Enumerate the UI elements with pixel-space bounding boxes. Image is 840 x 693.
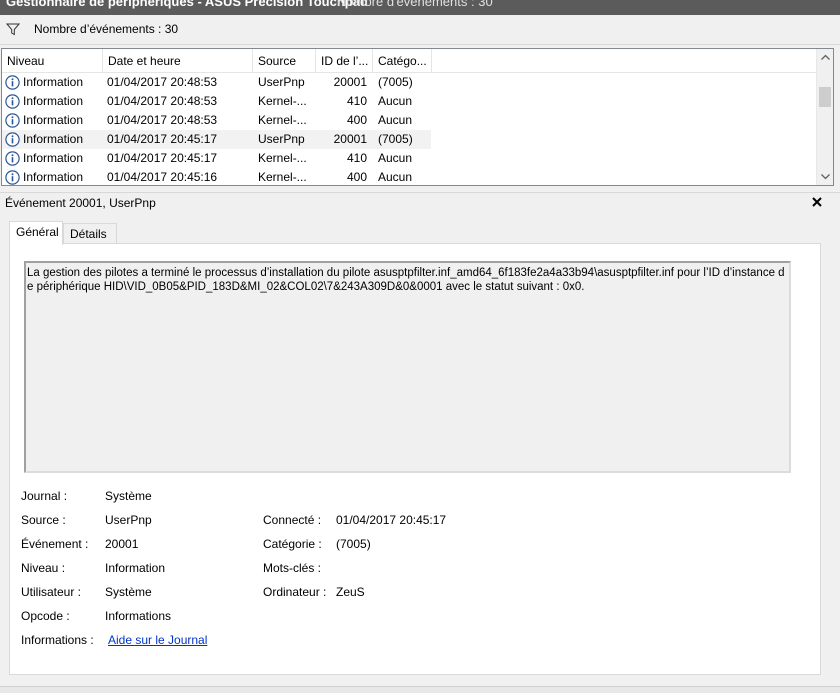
event-list-header: Niveau Date et heure Source ID de l’... … xyxy=(2,49,817,73)
opcode-label: Opcode : xyxy=(21,609,70,623)
info-icon xyxy=(5,113,20,128)
event-label: Événement : xyxy=(21,537,89,551)
row-category: (7005) xyxy=(378,75,413,89)
row-event-id: 400 xyxy=(346,113,367,127)
row-category: (7005) xyxy=(378,132,413,146)
row-event-id: 20001 xyxy=(333,132,367,146)
row-category: Aucun xyxy=(378,170,413,184)
row-level: Information xyxy=(23,94,84,108)
row-source: UserPnp xyxy=(258,75,305,89)
table-row[interactable]: Information 01/04/2017 20:48:53 Kernel-...… xyxy=(2,92,817,111)
window-title: Gestionnaire de périphériques - ASUS Pre… xyxy=(6,0,368,9)
info-icon xyxy=(5,132,20,147)
event-count: Nombre d’événements : 30 xyxy=(34,22,179,36)
general-panel: La gestion des pilotes a terminé le proc… xyxy=(9,243,821,675)
user-label: Utilisateur : xyxy=(21,585,82,599)
column-header-category[interactable]: Catégo... xyxy=(373,49,432,73)
journal-label: Journal : xyxy=(21,489,68,503)
table-row[interactable]: Information 01/04/2017 20:48:53 Kernel-...… xyxy=(2,111,817,130)
row-event-id: 410 xyxy=(346,94,367,108)
table-row[interactable]: Information 01/04/2017 20:45:17 Kernel-...… xyxy=(2,149,817,168)
row-level: Information xyxy=(23,113,84,127)
logged-label: Connecté : xyxy=(263,513,322,527)
row-event-id: 20001 xyxy=(333,75,367,89)
event-details-title: Événement 20001, UserPnp xyxy=(5,196,156,210)
row-source: Kernel-... xyxy=(258,170,307,184)
event-details-header: Événement 20001, UserPnp xyxy=(0,192,840,212)
computer-label: Ordinateur : xyxy=(263,585,327,599)
filter-icon[interactable] xyxy=(6,22,20,36)
column-header-source[interactable]: Source xyxy=(253,49,316,73)
info-icon xyxy=(5,170,20,185)
row-date: 01/04/2017 20:45:17 xyxy=(107,132,218,146)
row-level: Information xyxy=(23,170,84,184)
computer-value: ZeuS xyxy=(336,585,365,599)
info-icon xyxy=(5,75,20,90)
info-icon xyxy=(5,94,20,109)
table-row[interactable]: Information 01/04/2017 20:45:16 Kernel-...… xyxy=(2,168,817,185)
row-level: Information xyxy=(23,132,84,146)
table-row[interactable]: Information 01/04/2017 20:48:53 UserPnp 200… xyxy=(2,73,817,92)
row-date: 01/04/2017 20:45:17 xyxy=(107,151,218,165)
logged-value: 01/04/2017 20:45:17 xyxy=(336,513,447,527)
info-icon xyxy=(5,151,20,166)
row-level: Information xyxy=(23,151,84,165)
row-level: Information xyxy=(23,75,84,89)
info-label: Informations : xyxy=(21,633,94,647)
tab-details[interactable]: Détails xyxy=(63,223,117,245)
event-value: 20001 xyxy=(105,537,139,551)
row-source: Kernel-... xyxy=(258,151,307,165)
row-date: 01/04/2017 20:48:53 xyxy=(107,75,218,89)
close-icon[interactable] xyxy=(808,193,826,211)
row-category: Aucun xyxy=(378,113,413,127)
category-label: Catégorie : xyxy=(263,537,322,551)
row-date: 01/04/2017 20:48:53 xyxy=(107,94,218,108)
filter-bar: Nombre d’événements : 30 xyxy=(0,15,840,45)
column-header-id[interactable]: ID de l’... xyxy=(316,49,373,73)
level-label: Niveau : xyxy=(21,561,66,575)
journal-help-link[interactable]: Aide sur le Journal xyxy=(108,633,207,647)
level-value: Information xyxy=(105,561,166,575)
opcode-value: Informations xyxy=(105,609,172,623)
vertical-scrollbar[interactable] xyxy=(816,49,833,185)
keywords-label: Mots-clés : xyxy=(263,561,322,575)
scroll-up-icon[interactable] xyxy=(817,49,834,66)
row-source: UserPnp xyxy=(258,132,305,146)
event-description[interactable]: La gestion des pilotes a terminé le proc… xyxy=(24,261,791,473)
event-list: Niveau Date et heure Source ID de l’... … xyxy=(1,48,834,186)
column-header-level[interactable]: Niveau xyxy=(2,49,103,73)
column-header-date[interactable]: Date et heure xyxy=(103,49,253,73)
row-category: Aucun xyxy=(378,94,413,108)
row-event-id: 400 xyxy=(346,170,367,184)
row-category: Aucun xyxy=(378,151,413,165)
category-value: (7005) xyxy=(336,537,371,551)
window-titlebar: Gestionnaire de périphériques - ASUS Pre… xyxy=(0,0,840,15)
tab-general[interactable]: Général xyxy=(9,221,63,245)
event-rows: Information 01/04/2017 20:48:53 UserPnp 200… xyxy=(2,73,817,185)
source-label: Source : xyxy=(21,513,66,527)
row-source: Kernel-... xyxy=(258,113,307,127)
row-source: Kernel-... xyxy=(258,94,307,108)
scrollbar-thumb[interactable] xyxy=(819,87,831,107)
user-value: Système xyxy=(105,585,152,599)
bottom-edge xyxy=(0,686,840,693)
source-value: UserPnp xyxy=(105,513,152,527)
window-subtitle: Nombre d'événements : 30 xyxy=(337,0,493,9)
row-date: 01/04/2017 20:48:53 xyxy=(107,113,218,127)
scroll-down-icon[interactable] xyxy=(817,168,834,185)
table-row[interactable]: Information 01/04/2017 20:45:17 UserPnp 200… xyxy=(2,130,431,149)
row-date: 01/04/2017 20:45:16 xyxy=(107,170,218,184)
row-event-id: 410 xyxy=(346,151,367,165)
journal-value: Système xyxy=(105,489,152,503)
